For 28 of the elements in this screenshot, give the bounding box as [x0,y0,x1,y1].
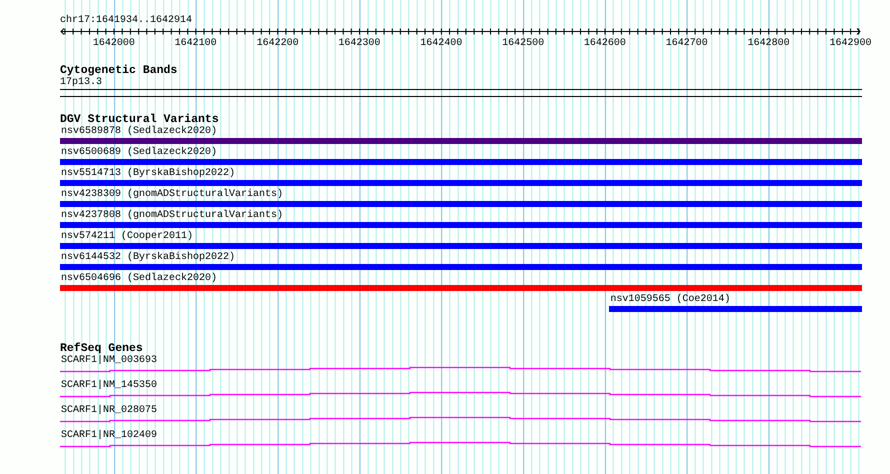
variant-label: nsv4238309 (gnomADStructuralVariants) [60,189,284,201]
location-label: chr17:1641934..1642914 [60,14,194,27]
transcript-label: SCARF1|NM_145350 [60,380,158,392]
tick-label: 1642300 [338,38,380,49]
variant-label: nsv6144532 (ByrskaBishop2022) [60,252,236,264]
tick-label: 1642000 [92,38,135,49]
tick-label: 1642800 [748,38,790,49]
tick-label: 1642400 [420,38,462,49]
variant-label: nsv1059565 (Coe2014) [609,294,730,306]
variant-label: nsv574211 (Cooper2011) [60,231,194,243]
tick-label: 1642900 [830,38,872,49]
track-title: Cytogenetic Bands [60,65,178,77]
tick-label: 1642600 [584,38,626,49]
transcript-label: SCARF1|NM_003693 [60,355,158,367]
variant-label: nsv5514713 (ByrskaBishop2022) [60,168,236,180]
track-title: DGV Structural Variants [60,114,219,126]
tick-label: 1642100 [174,38,217,49]
transcript-label: SCARF1|NR_028075 [60,405,158,417]
transcript-label: SCARF1|NR_102409 [60,430,158,442]
variant-label: nsv6500689 (Sedlazeck2020) [60,147,218,159]
track-title: RefSeq Genes [60,343,143,355]
tick-label: 1642500 [502,38,544,49]
variant-label: nsv4237808 (gnomADStructuralVariants) [60,210,284,222]
variant-label: nsv6589878 (Sedlazeck2020) [60,126,218,138]
band-label: 17p13.3 [60,77,102,89]
tick-label: 1642700 [666,38,708,49]
tick-label: 1642200 [256,38,299,49]
variant-label: nsv6504696 (Sedlazeck2020) [60,273,218,285]
